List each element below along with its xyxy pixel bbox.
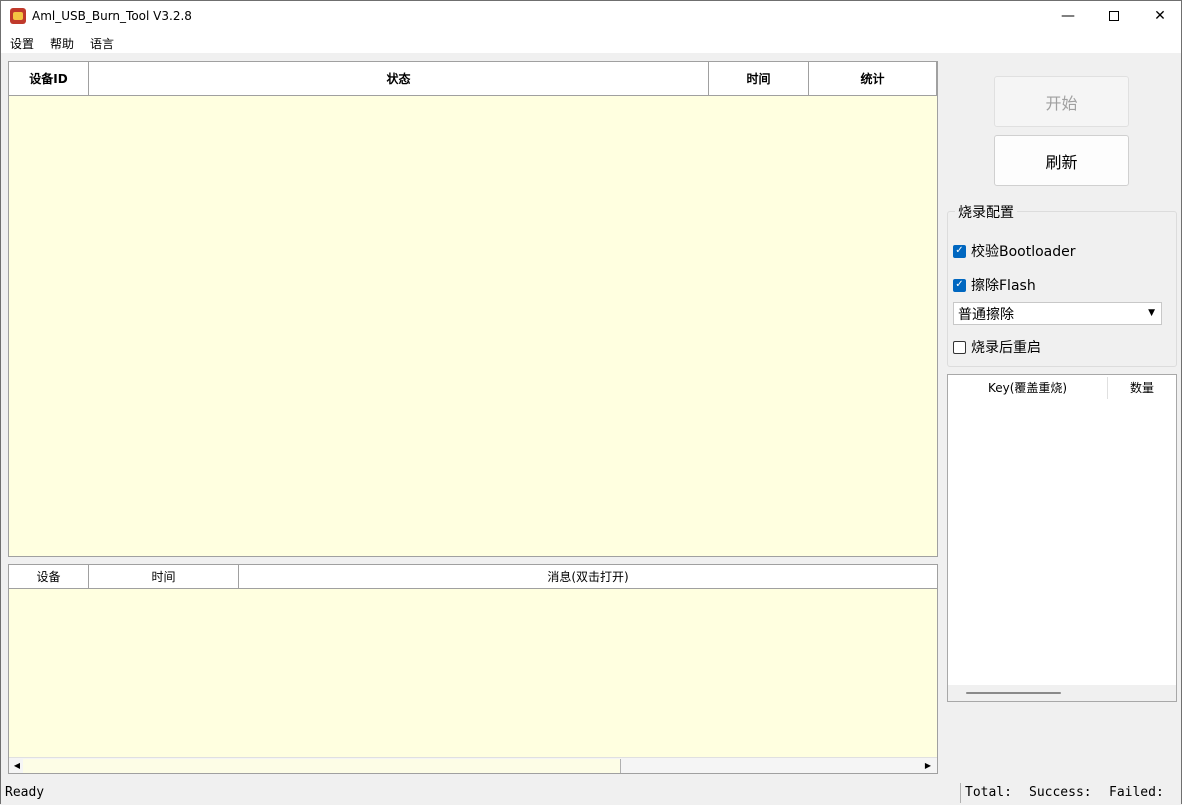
minimize-icon: — — [1061, 8, 1075, 24]
burn-config-title: 烧录配置 — [955, 202, 1017, 222]
column-header-message[interactable]: 消息(双击打开) — [239, 565, 937, 588]
key-table[interactable]: Key(覆盖重烧) 数量 — [947, 374, 1177, 702]
status-ready: Ready — [5, 785, 45, 800]
start-button[interactable]: 开始 — [994, 76, 1129, 127]
menu-language[interactable]: 语言 — [90, 35, 114, 52]
scrollbar-thumb[interactable] — [23, 759, 621, 773]
window-title: Aml_USB_Burn_Tool V3.2.8 — [32, 9, 192, 23]
column-header-key[interactable]: Key(覆盖重烧) — [948, 375, 1107, 400]
chevron-down-icon: ▼ — [1148, 308, 1155, 318]
close-icon: ✕ — [1154, 8, 1166, 24]
refresh-button[interactable]: 刷新 — [994, 135, 1129, 186]
close-button[interactable]: ✕ — [1137, 1, 1182, 31]
maximize-button[interactable] — [1091, 1, 1137, 31]
column-header-time[interactable]: 时间 — [709, 62, 809, 95]
log-table-header: 设备 时间 消息(双击打开) — [9, 565, 937, 589]
scroll-left-icon[interactable]: ◀ — [11, 760, 23, 772]
log-horizontal-scrollbar[interactable]: ◀ ▶ — [9, 757, 937, 773]
column-header-device[interactable]: 设备 — [9, 565, 89, 588]
erase-mode-select[interactable]: 普通擦除 ▼ — [953, 302, 1162, 325]
menu-help[interactable]: 帮助 — [50, 35, 74, 52]
status-bar: Ready Total: Success: Failed: — [1, 781, 1181, 805]
verify-bootloader-checkbox[interactable]: 校验Bootloader — [953, 241, 1076, 261]
checkbox-checked-icon — [953, 244, 966, 258]
checkbox-checked-icon — [953, 278, 966, 292]
erase-flash-label: 擦除Flash — [971, 278, 1036, 294]
status-success: Success: — [1029, 785, 1092, 800]
column-header-log-time[interactable]: 时间 — [89, 565, 239, 588]
scroll-right-icon[interactable]: ▶ — [922, 760, 934, 772]
verify-bootloader-label: 校验Bootloader — [971, 244, 1076, 260]
device-table-header: 设备ID 状态 时间 统计 — [9, 62, 937, 96]
erase-flash-checkbox[interactable]: 擦除Flash — [953, 275, 1036, 295]
maximize-icon — [1109, 11, 1119, 21]
reboot-after-checkbox[interactable]: 烧录后重启 — [953, 337, 1041, 357]
status-total: Total: — [965, 785, 1012, 800]
app-logo-icon — [10, 8, 26, 24]
menu-bar: 设置 帮助 语言 — [1, 31, 1181, 53]
checkbox-unchecked-icon — [953, 340, 966, 354]
erase-mode-value: 普通擦除 — [958, 306, 1014, 323]
minimize-button[interactable]: — — [1045, 1, 1091, 31]
key-table-horizontal-scrollbar[interactable] — [948, 685, 1176, 701]
status-divider — [960, 783, 961, 803]
title-bar: Aml_USB_Burn_Tool V3.2.8 — ✕ — [1, 1, 1181, 31]
menu-settings[interactable]: 设置 — [10, 35, 34, 52]
column-header-status[interactable]: 状态 — [89, 62, 709, 95]
reboot-after-label: 烧录后重启 — [971, 340, 1041, 356]
device-table[interactable]: 设备ID 状态 时间 统计 — [8, 61, 938, 557]
column-header-device-id[interactable]: 设备ID — [9, 62, 89, 95]
scrollbar-thumb[interactable] — [966, 692, 1061, 694]
status-failed: Failed: — [1109, 785, 1164, 800]
column-header-count[interactable]: 数量 — [1108, 375, 1176, 400]
app-window: Aml_USB_Burn_Tool V3.2.8 — ✕ 设置 帮助 语言 设备… — [0, 0, 1182, 805]
column-header-stats[interactable]: 统计 — [809, 62, 937, 95]
log-table[interactable]: 设备 时间 消息(双击打开) ◀ ▶ — [8, 564, 938, 774]
